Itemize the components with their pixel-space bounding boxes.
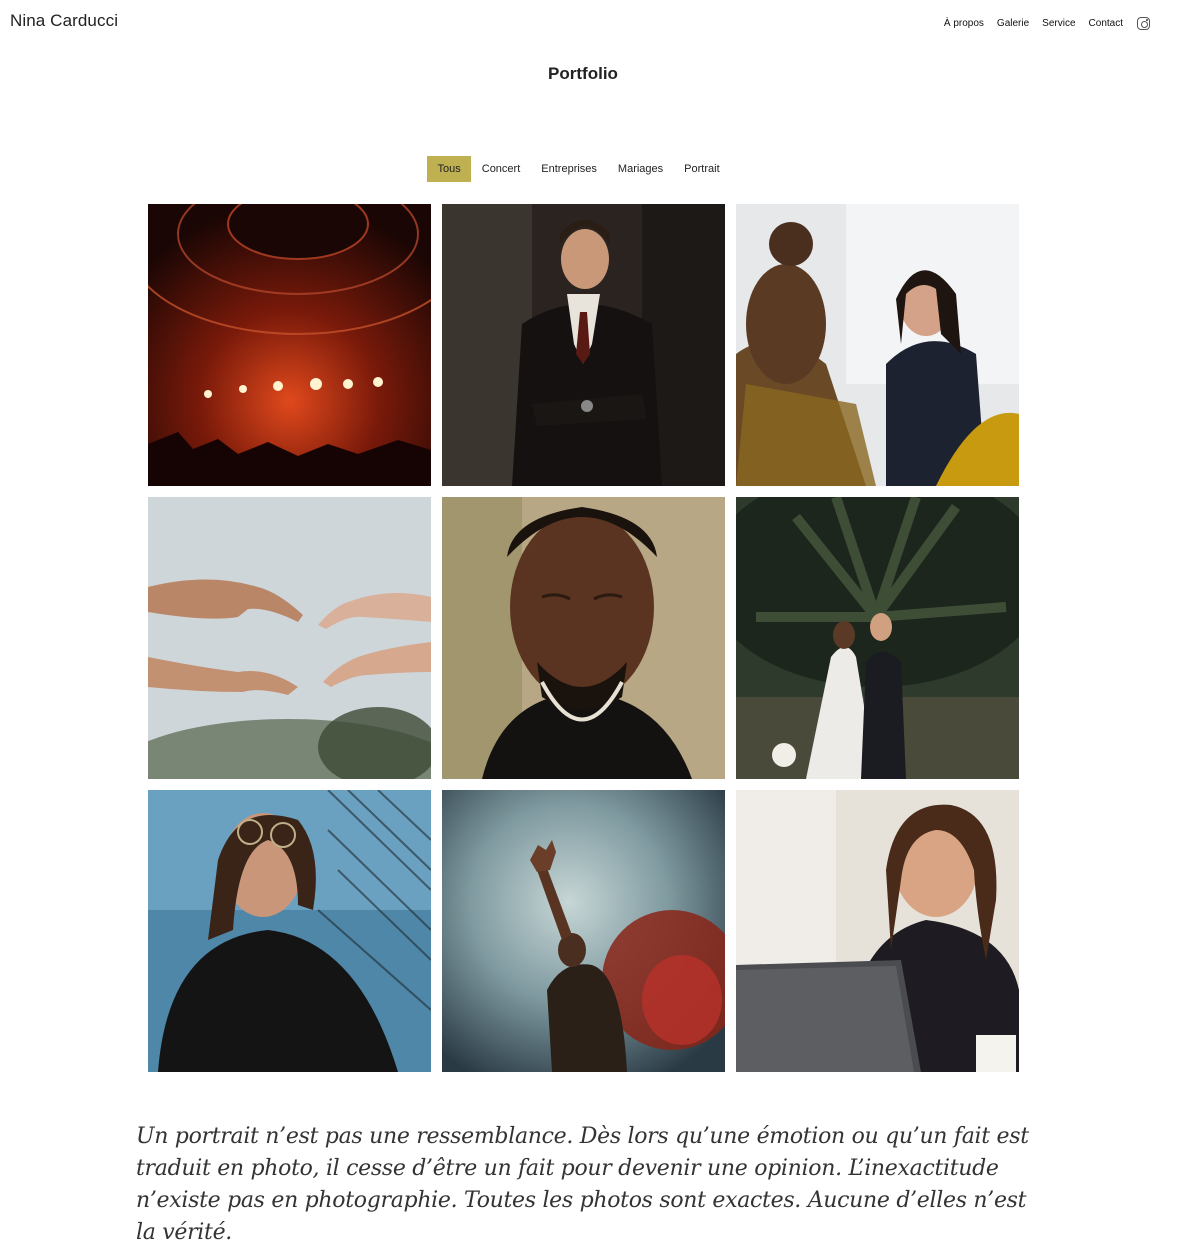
- office-meeting-image: [736, 204, 1019, 486]
- gallery-photo-woman-glasses[interactable]: [148, 790, 431, 1072]
- gallery-photo-woman-laptop[interactable]: [736, 790, 1019, 1072]
- gallery-grid: [148, 204, 1019, 1072]
- instagram-icon[interactable]: [1137, 17, 1150, 30]
- gallery-photo-office-meeting[interactable]: [736, 204, 1019, 486]
- filter-tous[interactable]: Tous: [427, 156, 472, 182]
- nav-link-galerie[interactable]: Galerie: [997, 18, 1029, 29]
- nav-link-a-propos[interactable]: À propos: [944, 18, 984, 29]
- gallery-photo-wedding[interactable]: [736, 497, 1019, 779]
- man-portrait-image: [442, 497, 725, 779]
- nav-link-contact[interactable]: Contact: [1089, 18, 1123, 29]
- woman-laptop-image: [736, 790, 1019, 1072]
- woman-glasses-image: [148, 790, 431, 1072]
- filter-mariages[interactable]: Mariages: [607, 156, 673, 182]
- gallery-photo-hands[interactable]: [148, 497, 431, 779]
- filter-portrait[interactable]: Portrait: [674, 156, 730, 182]
- hands-image: [148, 497, 431, 779]
- gallery-photo-man-portrait[interactable]: [442, 497, 725, 779]
- gallery-photo-concert-stage[interactable]: [148, 204, 431, 486]
- concert-stage-image: [148, 204, 431, 486]
- nav-link-service[interactable]: Service: [1042, 18, 1075, 29]
- quote-text: Un portrait n’est pas une ressemblance. …: [136, 1124, 1029, 1245]
- site-brand[interactable]: Nina Carducci: [10, 11, 118, 31]
- page-title: Portfolio: [548, 64, 618, 83]
- gallery-filters: Tous Concert Entreprises Mariages Portra…: [427, 156, 730, 182]
- top-nav: À propos Galerie Service Contact: [944, 17, 1150, 30]
- filter-entreprises[interactable]: Entreprises: [531, 156, 608, 182]
- concert-hand-image: [442, 790, 725, 1072]
- gallery-photo-concert-hand[interactable]: [442, 790, 725, 1072]
- businessman-image: [442, 204, 725, 486]
- filter-concert[interactable]: Concert: [471, 156, 531, 182]
- gallery-photo-businessman[interactable]: [442, 204, 725, 486]
- wedding-image: [736, 497, 1019, 779]
